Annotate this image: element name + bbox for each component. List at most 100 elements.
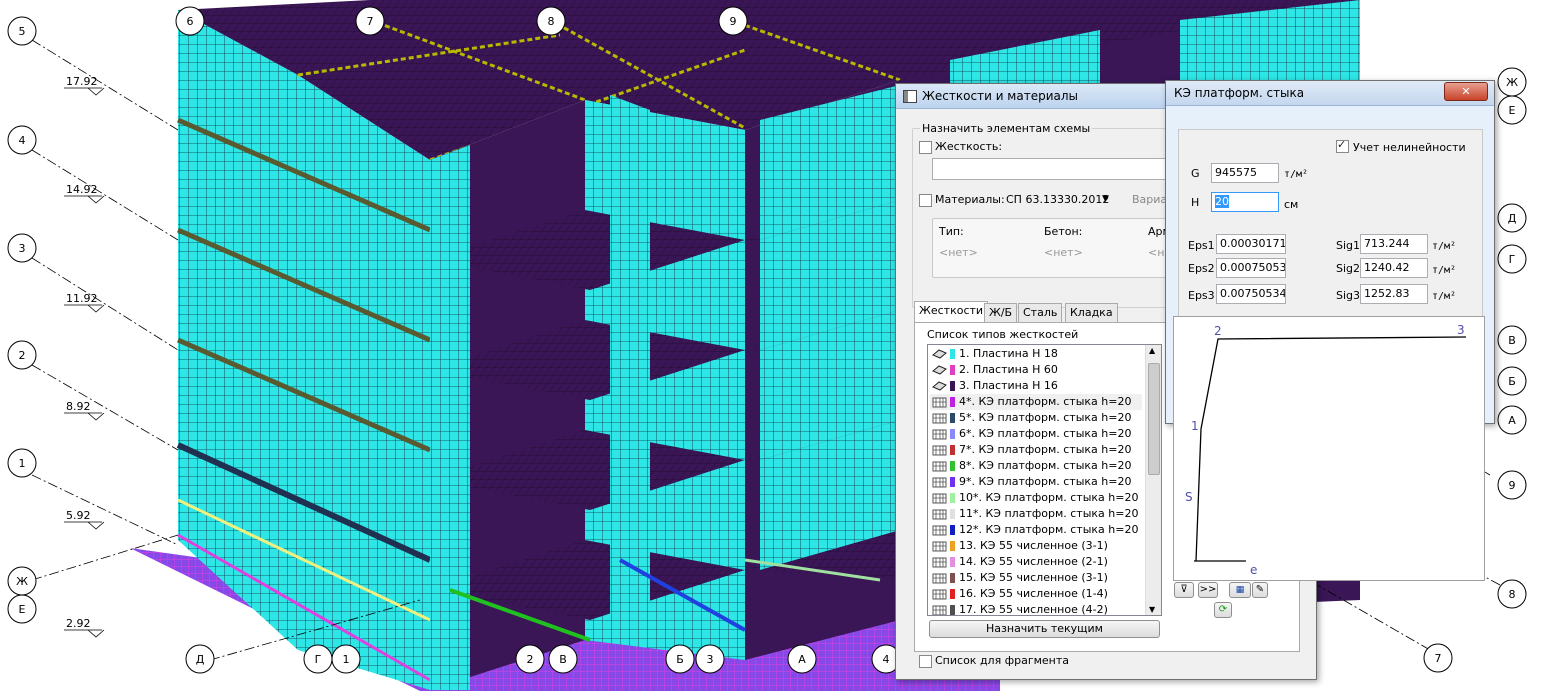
plate-icon [932, 380, 947, 392]
forward-button[interactable]: >> [1198, 582, 1218, 598]
stiffness-list-item[interactable]: 1. Пластина Н 18 [930, 346, 1142, 362]
level-mark-symbol [64, 521, 105, 530]
stiffness-list-item-label: 15. КЭ 55 численное (3-1) [959, 571, 1108, 584]
color-swatch [950, 541, 955, 551]
refresh-icon[interactable]: ⟳ [1214, 602, 1232, 618]
axis-bubble-label: 9 [1509, 479, 1516, 492]
axis-bubble-label: 2 [19, 349, 26, 362]
stiffness-list-item-label: 3. Пластина Н 16 [959, 379, 1058, 392]
tab-stiffness[interactable]: Жесткости [914, 301, 989, 322]
axis-bubble-label: 4 [883, 653, 890, 666]
axis-bubble-label: 8 [1509, 588, 1516, 601]
table-icon[interactable]: ▦ [1229, 582, 1251, 598]
g-field[interactable]: 945575 [1211, 163, 1279, 183]
eps1-label: Eps1 [1188, 239, 1215, 252]
stiffness-field[interactable] [932, 158, 1172, 180]
fe-element-icon [932, 396, 947, 408]
materials-select[interactable]: СП 63.13330.2012 [1006, 193, 1109, 206]
stiffness-list-item[interactable]: 6*. КЭ платформ. стыка h=20 [930, 426, 1142, 442]
fe-element-icon [932, 588, 947, 600]
color-swatch [950, 605, 955, 615]
scroll-down-icon[interactable]: ▼ [1149, 605, 1155, 614]
stiffness-list-item[interactable]: 12*. КЭ платформ. стыка h=20 [930, 522, 1142, 538]
stiffness-list-item[interactable]: 9*. КЭ платформ. стыка h=20 [930, 474, 1142, 490]
table-header-concrete: Бетон: [1044, 225, 1083, 238]
tab-steel[interactable]: Сталь [1018, 303, 1063, 322]
assign-group-title: Назначить элементам схемы [920, 122, 1093, 135]
fragment-checkbox[interactable] [919, 655, 932, 668]
stiffness-list-item[interactable]: 5*. КЭ платформ. стыка h=20 [930, 410, 1142, 426]
color-swatch [950, 349, 955, 359]
stiffness-list-item[interactable]: 14. КЭ 55 численное (2-1) [930, 554, 1142, 570]
stiffness-list-item[interactable]: 7*. КЭ платформ. стыка h=20 [930, 442, 1142, 458]
stress-strain-graph: 1 2 3 S e [1173, 316, 1485, 581]
scrollbar-thumb[interactable] [1148, 363, 1160, 475]
chevron-down-icon[interactable]: ▼ [1102, 194, 1109, 204]
axis-bubble-label: Б [1508, 375, 1516, 388]
color-swatch [950, 525, 955, 535]
sig3-field[interactable]: 1252.83 [1360, 284, 1428, 304]
fe-element-icon [932, 444, 947, 456]
stiffness-list-item[interactable]: 17. КЭ 55 численное (4-2) [930, 602, 1142, 615]
fe-element-icon [932, 556, 947, 568]
filter-icon[interactable]: ⊽ [1174, 582, 1194, 598]
assign-current-button[interactable]: Назначить текущим [929, 620, 1160, 638]
stiffness-list-item[interactable]: 15. КЭ 55 численное (3-1) [930, 570, 1142, 586]
axis-bubble-label: В [559, 653, 567, 666]
level-mark-label: 17.92 [66, 75, 98, 88]
tab-strip: Жесткости Ж/Б Сталь Кладка [914, 301, 1154, 323]
stiffness-list-item[interactable]: 3. Пластина Н 16 [930, 378, 1142, 394]
stiffness-list-item[interactable]: 13. КЭ 55 численное (3-1) [930, 538, 1142, 554]
axis-bubble-label: В [1508, 334, 1516, 347]
stiffness-list-item-label: 10*. КЭ платформ. стыка h=20 [959, 491, 1139, 504]
stiffness-list-item[interactable]: 4*. КЭ платформ. стыка h=20 [930, 394, 1142, 410]
fe-dialog-titlebar[interactable]: КЭ платформ. стыка ✕ [1166, 81, 1494, 106]
eps1-field[interactable]: 0.000301719 [1216, 234, 1286, 254]
graph-canvas: 1 2 3 S e [1185, 323, 1467, 577]
stiffness-list-item[interactable]: 2. Пластина Н 60 [930, 362, 1142, 378]
h-unit: см [1284, 198, 1299, 211]
stiffness-type-list[interactable]: 1. Пластина Н 18 2. Пластина Н 60 3. Пласт… [927, 344, 1162, 616]
color-swatch [950, 461, 955, 471]
fe-element-icon [932, 572, 947, 584]
stiffness-list-item[interactable]: 16. КЭ 55 численное (1-4) [930, 586, 1142, 602]
g-unit: т/м² [1284, 169, 1309, 180]
scroll-up-icon[interactable]: ▲ [1149, 346, 1155, 355]
materials-checkbox[interactable] [919, 194, 932, 207]
tab-masonry[interactable]: Кладка [1065, 303, 1118, 322]
graph-y-label: S [1185, 490, 1193, 504]
stiffness-dialog-title: Жесткости и материалы [922, 89, 1078, 103]
eps2-field[interactable]: 0.000750534 [1216, 258, 1286, 278]
stiffness-list-item[interactable]: 8*. КЭ платформ. стыка h=20 [930, 458, 1142, 474]
axis-bubble-label: А [1508, 414, 1516, 427]
sig3-unit: т/м² [1432, 291, 1457, 302]
stiffness-list-item[interactable]: 10*. КЭ платформ. стыка h=20 [930, 490, 1142, 506]
stress-strain-curve [1195, 336, 1467, 562]
eps3-field[interactable]: 0.00750534 [1216, 284, 1286, 304]
list-scrollbar[interactable]: ▲ ▼ [1145, 345, 1161, 615]
fe-element-icon [932, 476, 947, 488]
graph-point-3: 3 [1457, 323, 1465, 337]
nonlinear-checkbox[interactable] [1336, 138, 1349, 153]
stiffness-checkbox[interactable] [919, 141, 932, 154]
tab-reinforced-concrete[interactable]: Ж/Б [984, 303, 1018, 322]
stiffness-list-item-label: 16. КЭ 55 численное (1-4) [959, 587, 1108, 600]
stiffness-list-item[interactable]: 11*. КЭ платформ. стыка h=20 [930, 506, 1142, 522]
stiffness-list-item-label: 13. КЭ 55 численное (3-1) [959, 539, 1108, 552]
edit-icon[interactable]: ✎ [1252, 582, 1268, 598]
sig1-field[interactable]: 713.244 [1360, 234, 1428, 254]
color-swatch [950, 397, 955, 407]
materials-checkbox-label: Материалы: [935, 193, 1005, 206]
sig2-label: Sig2 [1336, 262, 1361, 275]
level-mark-label: 14.92 [66, 183, 98, 196]
close-button[interactable]: ✕ [1444, 82, 1488, 101]
close-icon: ✕ [1461, 85, 1471, 98]
axis-bubble-label: Г [315, 653, 322, 666]
sig2-field[interactable]: 1240.42 [1360, 258, 1428, 278]
axis-bubble-label: Д [1508, 212, 1517, 225]
color-swatch [950, 381, 955, 391]
axis-bubble-label: 4 [19, 134, 26, 147]
stiffness-list-item-label: 11*. КЭ платформ. стыка h=20 [959, 507, 1139, 520]
stiffness-checkbox-label: Жесткость: [935, 140, 1003, 153]
h-field[interactable]: 20 [1211, 192, 1279, 212]
